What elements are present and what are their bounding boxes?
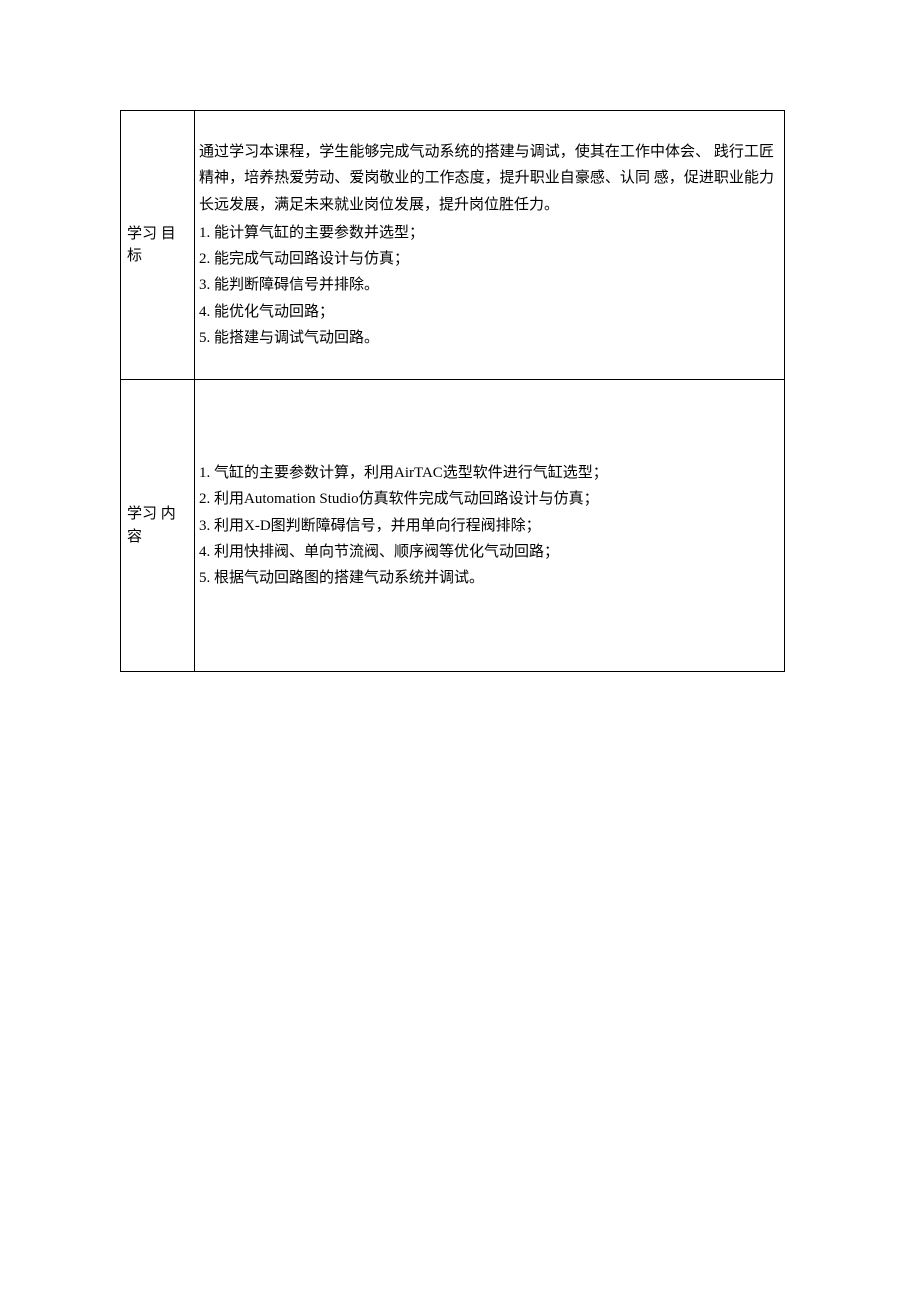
row-learning-contents: 学习 内容 1. 气缸的主要参数计算，利用AirTAC选型软件进行气缸选型； 2… [121,380,785,672]
content-learning-contents: 1. 气缸的主要参数计算，利用AirTAC选型软件进行气缸选型； 2. 利用Au… [195,380,785,672]
goals-intro: 通过学习本课程，学生能够完成气动系统的搭建与调试，使其在工作中体会、 践行工匠精… [199,139,774,218]
row-learning-goals: 学习 目标 通过学习本课程，学生能够完成气动系统的搭建与调试，使其在工作中体会、… [121,111,785,380]
contents-item: 4. 利用快排阀、单向节流阀、顺序阀等优化气动回路； [199,539,774,565]
contents-item: 5. 根据气动回路图的搭建气动系统并调试。 [199,565,774,591]
goals-item: 4. 能优化气动回路； [199,299,774,325]
content-learning-goals: 通过学习本课程，学生能够完成气动系统的搭建与调试，使其在工作中体会、 践行工匠精… [195,111,785,380]
goals-item: 2. 能完成气动回路设计与仿真； [199,246,774,272]
goals-item: 3. 能判断障碍信号并排除。 [199,272,774,298]
goals-item: 5. 能搭建与调试气动回路。 [199,325,774,351]
contents-item: 1. 气缸的主要参数计算，利用AirTAC选型软件进行气缸选型； [199,460,774,486]
label-learning-goals: 学习 目标 [121,111,195,380]
goals-item: 1. 能计算气缸的主要参数并选型； [199,220,774,246]
course-table: 学习 目标 通过学习本课程，学生能够完成气动系统的搭建与调试，使其在工作中体会、… [120,110,785,672]
contents-item: 2. 利用Automation Studio仿真软件完成气动回路设计与仿真； [199,486,774,512]
contents-item: 3. 利用X-D图判断障碍信号，并用单向行程阀排除； [199,513,774,539]
label-learning-contents: 学习 内容 [121,380,195,672]
